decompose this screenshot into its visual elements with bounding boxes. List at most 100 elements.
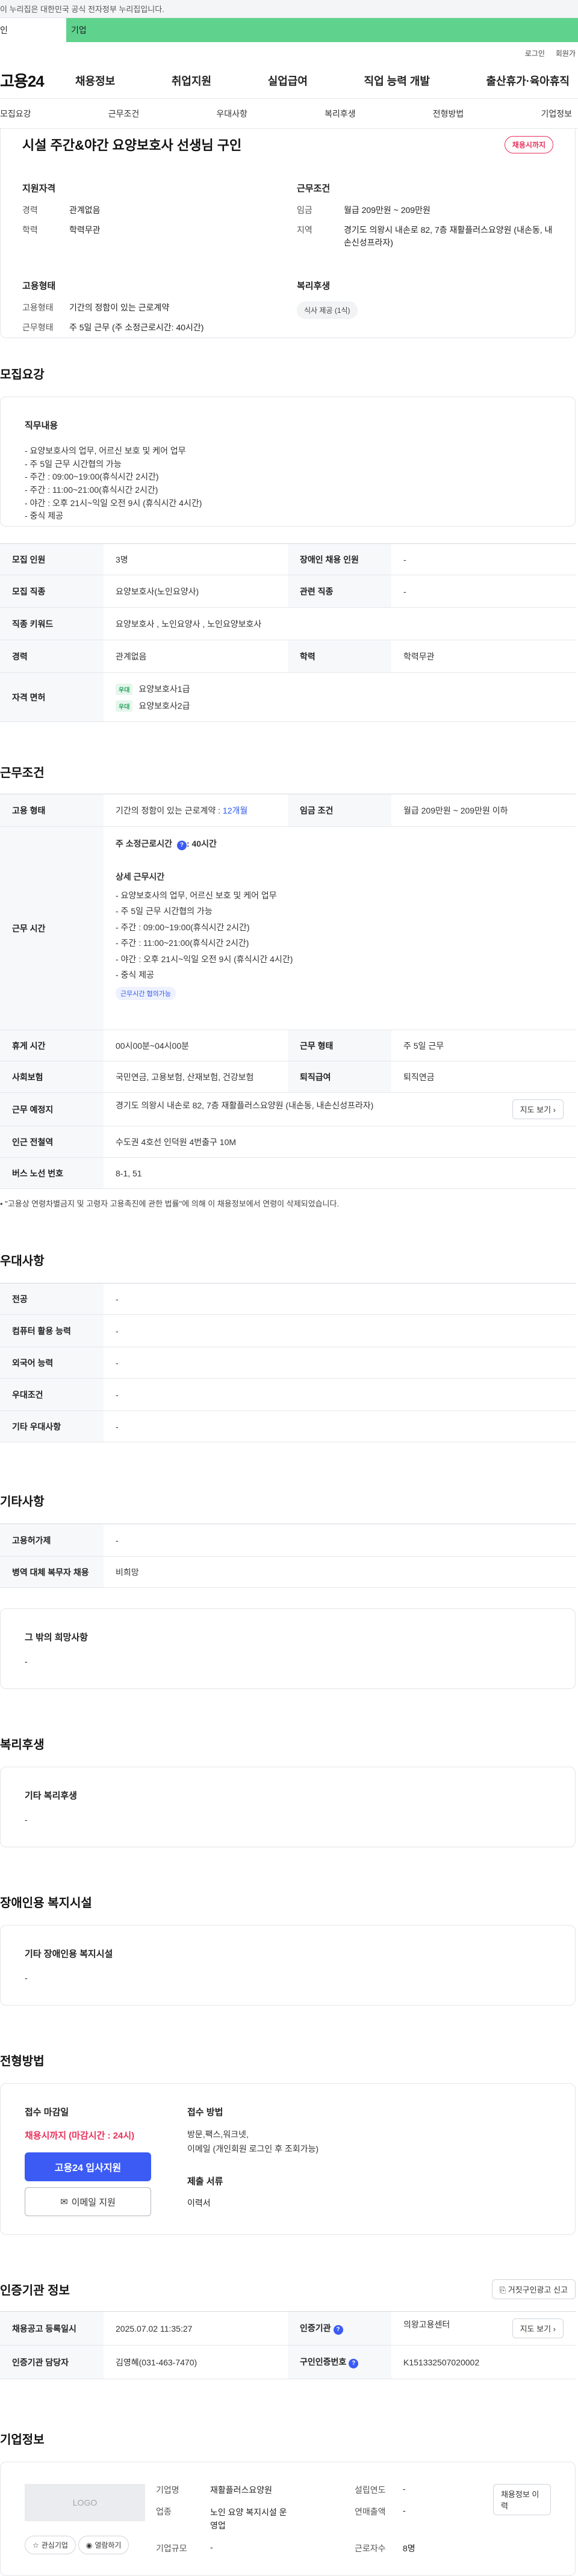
- section-title-company: 기업정보: [0, 2433, 45, 2447]
- login-link[interactable]: 로그인: [525, 48, 545, 63]
- table-value: -: [104, 1410, 576, 1442]
- method-line: 방문,팩스,워크넷,: [187, 2130, 249, 2139]
- chevron-right-icon: ›: [553, 1105, 556, 1114]
- table-value: 수도권 4호선 인덕원 4번출구 10M: [104, 1126, 576, 1158]
- company-key: 기업규모: [155, 2543, 187, 2553]
- table-key: 휴게 시간: [0, 1030, 104, 1061]
- work-hours-detail: 주 소정근로시간 ?: 40시간 상세 근무시간 - 요양보호사의 업무, 어르…: [104, 826, 576, 1030]
- help-icon[interactable]: ?: [349, 2358, 359, 2368]
- preference-table: 전공 - 컴퓨터 활용 능력 - 외국어 능력 - 우대조건 - 기타 우대사항 -: [0, 1283, 576, 1442]
- anchor-recruit[interactable]: 모집요강: [0, 108, 31, 120]
- cert-name: 요양보호사2급: [138, 700, 190, 711]
- summary-key: 학력: [22, 225, 38, 235]
- gnb-item-unemployment-benefit[interactable]: 실업급여: [268, 73, 308, 88]
- summary-value: 학력무관: [69, 225, 101, 235]
- anchor-apply[interactable]: 전형방법: [433, 108, 464, 120]
- duty-line: - 중식 제공: [25, 511, 63, 521]
- agency-no-label: 구인인증번호: [300, 2357, 347, 2367]
- facility-heading: 기타 장애인용 복지시설: [25, 1949, 113, 1959]
- anchor-preference[interactable]: 우대사항: [216, 108, 247, 120]
- utility-links: 로그인 회원가: [0, 42, 578, 63]
- favorite-company-button[interactable]: ☆ 관심기업: [25, 2536, 76, 2554]
- cert-tag: 우대: [116, 700, 133, 712]
- deadline-value: 채용시까지 (마감시간 : 24시): [25, 2131, 135, 2141]
- anchor-welfare[interactable]: 복리후생: [325, 108, 356, 120]
- view-company-button[interactable]: ◉ 열람하기: [78, 2536, 129, 2554]
- anchor-company[interactable]: 기업정보: [541, 108, 572, 120]
- duty-line: - 주 5일 근무 시간협의 가능: [25, 459, 122, 469]
- table-key: 근무 예정지: [0, 1092, 104, 1126]
- table-key: 근무 형태: [288, 1030, 391, 1061]
- duty-line: - 야간 : 오후 21시~익일 오전 9시 (휴식시간 4시간): [25, 498, 202, 508]
- company-card: LOGO ☆ 관심기업 ◉ 열람하기 기업명 재활플러스요양원 설립연도 - 업종 …: [0, 2462, 576, 2576]
- table-key: 퇴직급여: [288, 1061, 391, 1093]
- help-icon[interactable]: ?: [333, 2324, 343, 2335]
- hours-negotiable-chip: 근무시간 협의가능: [116, 987, 176, 1001]
- agency-map-button[interactable]: 지도 보기 ›: [512, 2318, 564, 2338]
- summary-work: 근무조건 임금 월급 209만원 ~ 209만원 지역 경기도 의왕시 내손로 82…: [297, 182, 553, 256]
- gnb-item-jobs[interactable]: 채용정보: [75, 73, 115, 88]
- table-value: 비희망: [104, 1556, 576, 1588]
- anchor-conditions[interactable]: 근무조건: [108, 108, 140, 120]
- apply-online-button[interactable]: 고용24 입사지원: [25, 2152, 151, 2181]
- hours-line: - 주간 : 09:00~19:00(휴식시간 2시간): [116, 922, 250, 932]
- table-key: 기타 우대사항: [0, 1410, 104, 1442]
- tab-personal[interactable]: 인: [0, 18, 66, 42]
- company-key: 업종: [155, 2507, 172, 2517]
- table-value: 퇴직연금: [391, 1061, 576, 1093]
- welfare-heading: 기타 복리후생: [25, 1791, 77, 1801]
- table-key: 학력: [288, 640, 391, 673]
- duty-box: 직무내용 - 요양보호사의 업무, 어르신 보호 및 케어 업무 - 주 5일 …: [0, 397, 576, 527]
- summary-key: 근무형태: [22, 323, 54, 332]
- summary-type-heading: 고용형태: [22, 281, 56, 291]
- table-key: 직종 키워드: [0, 607, 104, 640]
- preference-section: 우대사항 전공 - 컴퓨터 활용 능력 - 외국어 능력 - 우대조건 - 기타 우대사…: [0, 1251, 578, 1442]
- table-key: 외국어 능력: [0, 1347, 104, 1379]
- deadline-heading: 접수 마감일: [25, 2107, 69, 2117]
- summary-welfare: 복리후생 식사 제공 (1식): [297, 279, 553, 341]
- help-icon[interactable]: ?: [176, 840, 187, 850]
- agency-org-label: 인증기관: [300, 2323, 331, 2334]
- table-value: -: [104, 1524, 576, 1557]
- table-value: -: [104, 1347, 576, 1379]
- status-badge: 채용시까지: [504, 135, 553, 153]
- gnb-item-leave[interactable]: 출산휴가·육아휴직: [486, 73, 570, 88]
- table-key: 근무 시간: [0, 826, 104, 1030]
- map-button[interactable]: 지도 보기 ›: [512, 1099, 564, 1119]
- table-key: 병역 대체 복무자 채용: [0, 1556, 104, 1588]
- table-value: 관계없음: [104, 640, 288, 673]
- email-apply-button[interactable]: ✉ 이메일 지원: [25, 2187, 151, 2216]
- hiring-history-button[interactable]: 채용정보 이력: [493, 2484, 551, 2515]
- summary-qual-heading: 지원자격: [22, 184, 56, 194]
- site-logo[interactable]: 고용24: [0, 69, 75, 91]
- gov-banner: 이 누리집은 대한민국 공식 전자정부 누리집입니다.: [0, 0, 578, 18]
- company-key: 기업명: [155, 2485, 179, 2495]
- table-key: 구인인증번호?: [288, 2345, 391, 2379]
- table-value: 국민연금, 고용보험, 산재보험, 건강보험: [104, 1061, 288, 1093]
- table-key: 관련 직종: [288, 575, 391, 608]
- company-logo-col: LOGO ☆ 관심기업 ◉ 열람하기: [25, 2484, 156, 2554]
- emp-type: 기간의 정함이 있는 근로계약 :: [116, 805, 223, 815]
- recruit-section: 모집요강 직무내용 - 요양보호사의 업무, 어르신 보호 및 케어 업무 - …: [0, 365, 578, 722]
- hours-line: - 주간 : 11:00~21:00(휴식시간 2시간): [116, 938, 249, 948]
- table-value: -: [391, 543, 576, 575]
- agency-table: 채용공고 등록일시 2025.07.02 11:35:27 인증기관? 의왕고용…: [0, 2311, 576, 2379]
- mail-icon: ✉: [60, 2197, 68, 2207]
- recruit-table: 모집 인원 3명 장애인 채용 인원 - 모집 직종 요양보호사(노인요양사) …: [0, 543, 576, 722]
- apply-section: 전형방법 접수 마감일 채용시까지 (마감시간 : 24시) 고용24 입사지원…: [0, 2051, 578, 2235]
- table-key: 모집 직종: [0, 575, 104, 608]
- report-fake-ad-button[interactable]: ⎘ 거짓구인광고 신고: [491, 2279, 576, 2299]
- tab-business[interactable]: 기업: [66, 18, 578, 42]
- table-value: 요양보호사 , 노인요양사 , 노인요양보호사: [104, 607, 576, 640]
- gnb-item-employment-support[interactable]: 취업지원: [172, 73, 211, 88]
- table-value: 학력무관: [391, 640, 576, 673]
- welfare-value: -: [25, 1815, 28, 1824]
- duty-line: - 주간 : 11:00~21:00(휴식시간 2시간): [25, 485, 158, 495]
- hope-value: -: [25, 1657, 28, 1666]
- gnb-item-training[interactable]: 직업 능력 개발: [364, 73, 430, 88]
- table-value: 의왕고용센터 지도 보기 ›: [391, 2311, 576, 2346]
- table-key: 자격 면허: [0, 672, 104, 722]
- signup-link[interactable]: 회원가: [556, 48, 576, 63]
- table-value: 3명: [104, 543, 288, 575]
- summary-value: 관계없음: [69, 205, 101, 215]
